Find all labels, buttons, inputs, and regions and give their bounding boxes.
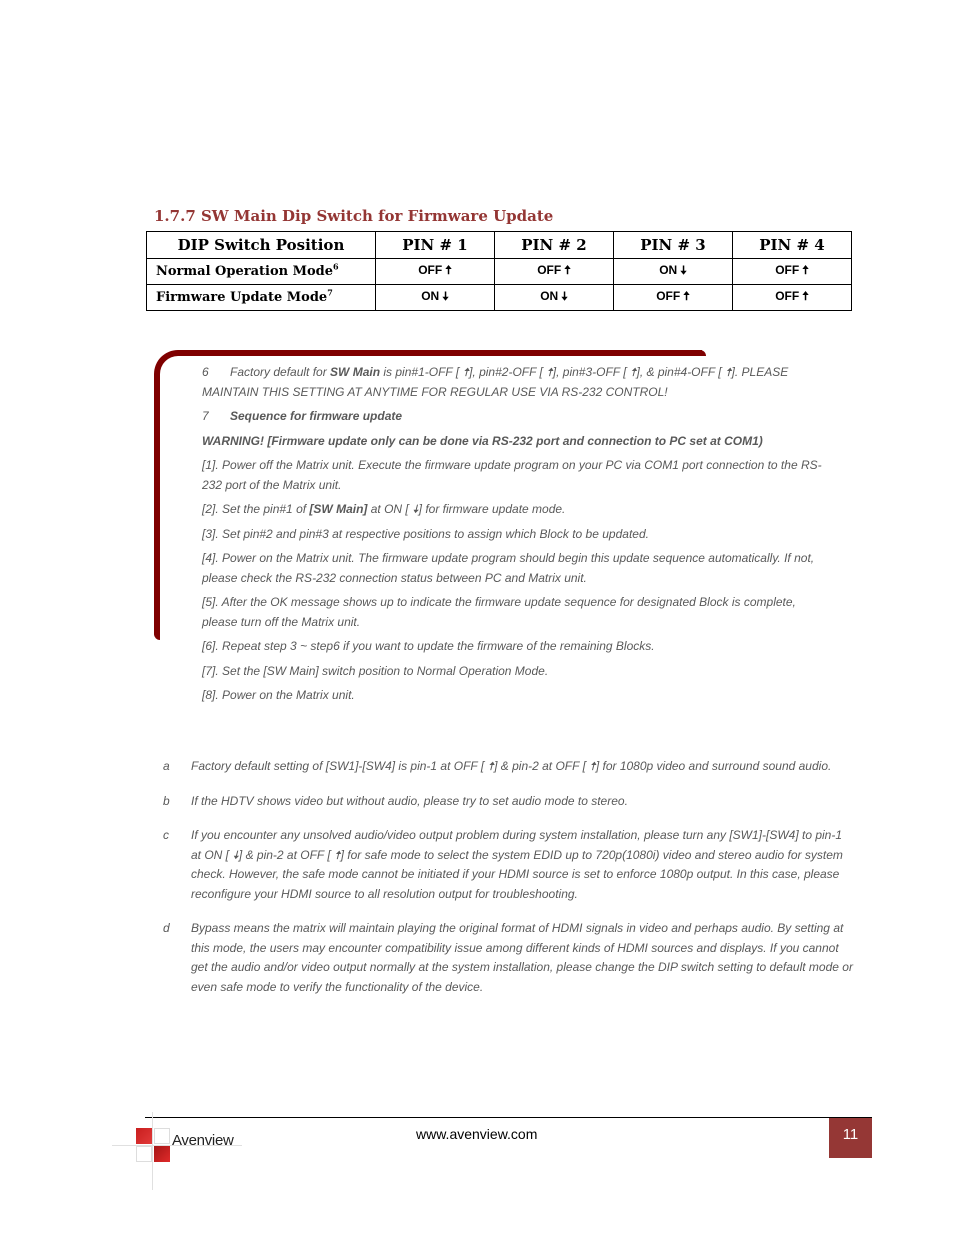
note-7-title: 7 Sequence for firmware update — [202, 409, 403, 423]
warning-text: WARNING! [Firmware update only can be do… — [202, 433, 763, 448]
table-header-row: DIP Switch Position PIN # 1 PIN # 2 PIN … — [146, 231, 852, 259]
table-row: Firmware Update Mode7 ON 🠇 ON 🠇 OFF 🠅 OFF 🠅 — [146, 284, 852, 311]
footnote-b: b If the HDTV shows video but without au… — [163, 792, 853, 812]
mode-label: Firmware Update Mode7 — [146, 284, 376, 311]
table-row: Normal Operation Mode6 OFF 🠅 OFF 🠅 ON 🠇 OFF… — [146, 258, 852, 285]
step-3: [3]. Set pin#2 and pin#3 at respective p… — [202, 526, 649, 541]
pin-value: ON 🠇 — [613, 258, 733, 285]
footnote-letter: b — [163, 793, 170, 808]
step-4: [4]. Power on the Matrix unit. The firmw… — [202, 551, 815, 585]
logo-text: Avenview — [172, 1132, 234, 1149]
logo-square-red — [136, 1128, 152, 1144]
footnote-ref: 6 — [333, 261, 339, 272]
pin-value: OFF 🠅 — [732, 258, 852, 285]
arrow-down-icon: 🠇 — [561, 289, 568, 303]
arrow-down-icon: 🠇 — [680, 263, 687, 277]
note-6: 6 Factory default for SW Main is pin#1-OF… — [202, 365, 789, 399]
page-number: 11 — [829, 1118, 872, 1158]
mode-label: Normal Operation Mode6 — [146, 258, 376, 285]
header-dip-position: DIP Switch Position — [146, 231, 376, 259]
pin-value: OFF 🠅 — [613, 284, 733, 311]
arrow-up-icon: 🠅 — [445, 263, 452, 277]
footnote-letter: c — [163, 828, 169, 842]
endnotes-block: 6 Factory default for SW Main is pin#1-OF… — [202, 363, 827, 706]
header-pin-4: PIN # 4 — [732, 231, 852, 259]
pin-value: OFF 🠅 — [375, 258, 495, 285]
footer-divider — [145, 1117, 872, 1118]
header-pin-1: PIN # 1 — [375, 231, 495, 259]
pin-value: ON 🠇 — [494, 284, 614, 311]
step-7: [7]. Set the [SW Main] switch position t… — [202, 663, 549, 678]
footnote-letter: a — [163, 759, 170, 773]
footer-url[interactable]: www.avenview.com — [416, 1126, 537, 1142]
logo-square-white — [154, 1128, 170, 1144]
header-pin-3: PIN # 3 — [613, 231, 733, 259]
arrow-up-icon: 🠅 — [802, 289, 809, 303]
step-5: [5]. After the OK message shows up to in… — [202, 595, 796, 629]
pin-value: OFF 🠅 — [494, 258, 614, 285]
footnote-ref: 7 — [327, 287, 333, 298]
dip-switch-table: DIP Switch Position PIN # 1 PIN # 2 PIN … — [146, 231, 852, 311]
logo-square-red — [154, 1146, 170, 1162]
step-6: [6]. Repeat step 3 ~ step6 if you want t… — [202, 639, 655, 653]
footnote-text: If the HDTV shows video but without audi… — [191, 793, 628, 808]
footnote-d: d Bypass means the matrix will maintain … — [163, 919, 853, 997]
step-2: [2]. Set the pin#1 of [SW Main] at ON [ … — [202, 502, 566, 516]
footnote-text: Factory default setting of [SW1]-[SW4] i… — [191, 759, 832, 773]
footnote-text: If you encounter any unsolved audio/vide… — [191, 828, 843, 901]
footnote-c: c If you encounter any unsolved audio/vi… — [163, 826, 853, 904]
avenview-logo: Avenview — [112, 1112, 247, 1190]
arrow-up-icon: 🠅 — [564, 263, 571, 277]
step-8: [8]. Power on the Matrix unit. — [202, 688, 355, 702]
pin-value: OFF 🠅 — [732, 284, 852, 311]
logo-square-white — [136, 1146, 152, 1162]
pin-value: ON 🠇 — [375, 284, 495, 311]
header-pin-2: PIN # 2 — [494, 231, 614, 259]
section-title: 1.7.7 SW Main Dip Switch for Firmware Up… — [154, 207, 554, 225]
step-1: [1]. Power off the Matrix unit. Execute … — [202, 458, 822, 492]
footnote-text: Bypass means the matrix will maintain pl… — [191, 921, 853, 994]
footnotes-block: a Factory default setting of [SW1]-[SW4]… — [163, 757, 853, 1012]
footnote-letter: d — [163, 921, 170, 935]
footnote-a: a Factory default setting of [SW1]-[SW4]… — [163, 757, 853, 777]
arrow-up-icon: 🠅 — [802, 263, 809, 277]
arrow-up-icon: 🠅 — [683, 289, 690, 303]
arrow-down-icon: 🠇 — [442, 289, 449, 303]
